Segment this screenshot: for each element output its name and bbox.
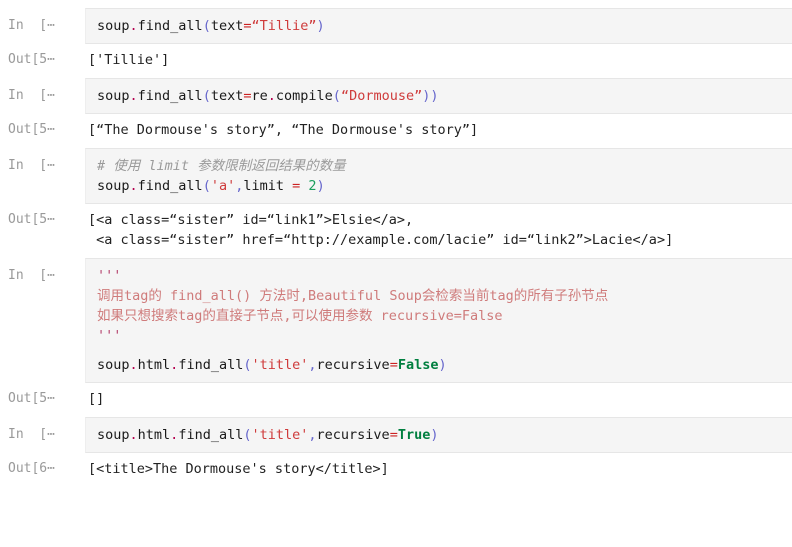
code-line: ''' — [97, 266, 792, 286]
code-token: ''' — [97, 268, 122, 284]
blank-code-line — [97, 346, 792, 355]
code-token: . — [129, 88, 138, 104]
code-token: . — [129, 357, 138, 373]
input-prompt-label: In [⋯ — [8, 158, 55, 173]
output-area: ['Tillie'] — [85, 50, 792, 70]
code-token: ) — [438, 357, 447, 373]
code-token: soup — [97, 88, 130, 104]
code-line: soup.find_all('a',limit = 2) — [97, 176, 792, 196]
input-prompt-label: In [⋯ — [8, 18, 55, 33]
code-token: soup — [97, 178, 130, 194]
output-area: [] — [85, 389, 792, 409]
output-area: [<title>The Dormouse's story</title>] — [85, 459, 792, 479]
code-token: 调用tag的 find_all() 方法时,Beautiful Soup会检索当… — [97, 288, 609, 304]
input-cell[interactable]: In [⋯ ''' 调用tag的 find_all() 方法时,Beautiful … — [0, 258, 792, 383]
code-editor-area[interactable]: # 使用 limit 参数限制返回结果的数量 soup.find_all('a',… — [85, 148, 792, 204]
code-line: ''' — [97, 326, 792, 346]
output-prompt-label: Out[6⋯ — [8, 461, 55, 476]
output-line: [“The Dormouse's story”, “The Dormouse's… — [88, 122, 479, 138]
output-cell: Out[5⋯ ['Tillie'] — [0, 50, 792, 70]
code-token: 'title' — [251, 427, 309, 443]
code-line: # 使用 limit 参数限制返回结果的数量 — [97, 156, 792, 176]
code-token: limit — [243, 178, 293, 194]
output-line: <a class=“sister” href=“http://example.c… — [88, 232, 674, 248]
code-token: . — [129, 178, 138, 194]
code-token: soup — [97, 18, 130, 34]
input-cell[interactable]: In [⋯ soup.find_all(text=“Tillie”) — [0, 8, 792, 44]
code-token: find_all — [137, 178, 203, 194]
code-token: ( — [202, 18, 211, 34]
code-token: . — [129, 427, 138, 443]
input-prompt-label: In [⋯ — [8, 268, 55, 283]
code-line: 如果只想搜索tag的直接子节点,可以使用参数 recursive=False — [97, 306, 792, 326]
code-token: find_all — [137, 88, 203, 104]
output-cell: Out[5⋯ [<a class=“sister” id=“link1”>Elsi… — [0, 210, 792, 250]
code-token: recursive — [316, 357, 390, 373]
code-token: , — [308, 357, 317, 373]
output-area: [<a class=“sister” id=“link1”>Elsie</a>,… — [85, 210, 792, 250]
code-line: soup.html.find_all('title',recursive=Fal… — [97, 355, 792, 375]
output-prompt-label: Out[5⋯ — [8, 52, 55, 67]
code-token: = — [389, 357, 398, 373]
output-line: [] — [88, 391, 105, 407]
code-token: # 使用 limit 参数限制返回结果的数量 — [97, 158, 346, 174]
code-line: 调用tag的 find_all() 方法时,Beautiful Soup会检索当… — [97, 286, 792, 306]
code-token: ( — [332, 88, 341, 104]
code-token: . — [129, 18, 138, 34]
code-token: = — [389, 427, 398, 443]
code-editor-area[interactable]: ''' 调用tag的 find_all() 方法时,Beautiful Soup会… — [85, 258, 792, 383]
output-prompt-label: Out[5⋯ — [8, 212, 55, 227]
code-editor-area[interactable]: soup.find_all(text=re.compile(“Dormouse”… — [85, 78, 792, 114]
code-token: ( — [202, 88, 211, 104]
code-token: ) — [316, 18, 325, 34]
code-token: “Dormouse” — [340, 88, 423, 104]
output-prompt-label: Out[5⋯ — [8, 122, 55, 137]
code-token: ( — [202, 178, 211, 194]
code-token: )) — [422, 88, 439, 104]
code-token: , — [308, 427, 317, 443]
code-token: 'title' — [251, 357, 309, 373]
output-line: ['Tillie'] — [88, 52, 170, 68]
output-cell: Out[5⋯ [] — [0, 389, 792, 409]
code-token: text — [210, 88, 244, 104]
code-token: . — [267, 88, 276, 104]
code-token: ) — [430, 427, 439, 443]
code-editor-area[interactable]: soup.html.find_all('title',recursive=Tru… — [85, 417, 792, 453]
code-token: “Tillie” — [251, 18, 317, 34]
code-token: find_all — [178, 357, 244, 373]
code-token: 2 — [308, 178, 317, 194]
code-token: ''' — [97, 328, 122, 344]
input-prompt-label: In [⋯ — [8, 427, 55, 442]
output-line: [<a class=“sister” id=“link1”>Elsie</a>, — [88, 212, 414, 228]
code-editor-area[interactable]: soup.find_all(text=“Tillie”) — [85, 8, 792, 44]
code-token: compile — [275, 88, 333, 104]
code-token: True — [397, 427, 431, 443]
code-token: find_all — [178, 427, 244, 443]
code-line: soup.html.find_all('title',recursive=Tru… — [97, 425, 792, 445]
code-token: re — [251, 88, 268, 104]
code-token: 如果只想搜索tag的直接子节点,可以使用参数 recursive=False — [97, 308, 503, 324]
code-token: ) — [316, 178, 325, 194]
output-cell: Out[6⋯ [<title>The Dormouse's story</titl… — [0, 459, 792, 479]
input-cell[interactable]: In [⋯ # 使用 limit 参数限制返回结果的数量 soup.find_all… — [0, 148, 792, 204]
input-prompt-label: In [⋯ — [8, 88, 55, 103]
code-token: html — [137, 427, 171, 443]
input-cell[interactable]: In [⋯ soup.html.find_all('title',recursiv… — [0, 417, 792, 453]
code-token: find_all — [137, 18, 203, 34]
code-token: False — [397, 357, 439, 373]
code-token: soup — [97, 427, 130, 443]
code-token: 'a' — [210, 178, 236, 194]
code-token: html — [137, 357, 171, 373]
output-line: [<title>The Dormouse's story</title>] — [88, 461, 389, 477]
notebook-container: In [⋯ soup.find_all(text=“Tillie”) Out[5⋯[… — [0, 8, 792, 479]
code-token: text — [210, 18, 244, 34]
output-prompt-label: Out[5⋯ — [8, 391, 55, 406]
code-token: soup — [97, 357, 130, 373]
code-line: soup.find_all(text=“Tillie”) — [97, 16, 792, 36]
code-token: recursive — [316, 427, 390, 443]
code-line: soup.find_all(text=re.compile(“Dormouse”… — [97, 86, 792, 106]
output-cell: Out[5⋯ [“The Dormouse's story”, “The Dorm… — [0, 120, 792, 140]
input-cell[interactable]: In [⋯ soup.find_all(text=re.compile(“Dorm… — [0, 78, 792, 114]
output-area: [“The Dormouse's story”, “The Dormouse's… — [85, 120, 792, 140]
